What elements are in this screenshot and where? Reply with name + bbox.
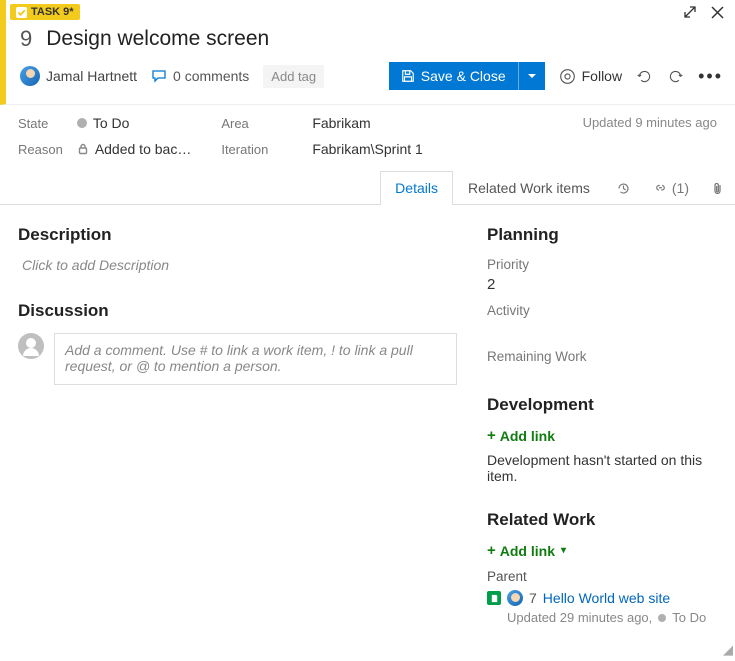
iteration-label: Iteration [221,142,268,157]
remaining-work-label: Remaining Work [487,349,717,364]
close-icon[interactable] [710,5,725,20]
chevron-down-icon [527,71,537,81]
development-add-link[interactable]: + Add link [487,427,555,444]
follow-button[interactable]: Follow [559,68,622,85]
state-field[interactable]: To Do [77,115,192,131]
tab-related-work-items[interactable]: Related Work items [453,171,605,205]
discussion-input[interactable]: Add a comment. Use # to link a work item… [54,333,457,385]
remaining-work-field[interactable] [487,368,717,385]
save-close-split-button: Save & Close [389,62,545,90]
save-icon [401,69,415,83]
tab-history[interactable] [605,172,642,205]
chevron-down-icon: ▾ [561,545,566,556]
assignee-field[interactable]: Jamal Hartnett [20,66,137,86]
state-dot-icon [658,614,666,622]
add-tag-button[interactable]: Add tag [263,65,324,88]
assignee-name: Jamal Hartnett [46,68,137,84]
comments-label: 0 comments [173,68,249,84]
development-header: Development [487,395,717,415]
link-icon [653,181,668,196]
lock-icon [77,143,89,155]
work-item-type-chip: TASK 9* [10,4,80,20]
plus-icon: + [487,542,496,559]
user-avatar-icon [18,333,44,359]
save-close-dropdown[interactable] [518,62,545,90]
discussion-icon [151,68,167,84]
parent-label: Parent [487,569,717,584]
reason-label: Reason [18,142,63,157]
parent-state: To Do [672,610,706,625]
parent-id: 7 [529,590,537,606]
description-header: Description [18,225,457,245]
activity-field[interactable] [487,322,717,339]
priority-label: Priority [487,257,717,272]
related-add-link[interactable]: + Add link ▾ [487,542,566,559]
pbi-icon [487,591,501,605]
follow-icon [559,68,576,85]
tab-details[interactable]: Details [380,171,453,205]
activity-label: Activity [487,303,717,318]
description-input[interactable]: Click to add Description [22,257,457,273]
history-icon [616,181,631,196]
updated-label: Updated 9 minutes ago [583,115,717,130]
priority-field[interactable]: 2 [487,276,717,293]
checkbox-icon [16,7,27,18]
plus-icon: + [487,427,496,444]
attachment-icon [711,181,724,196]
parent-title-link[interactable]: Hello World web site [543,590,670,606]
save-close-button[interactable]: Save & Close [389,62,518,90]
comments-button[interactable]: 0 comments [151,68,249,84]
tab-attachments[interactable] [700,172,735,205]
refresh-icon[interactable] [636,68,653,85]
area-label: Area [221,116,268,131]
reason-field[interactable]: Added to bac… [77,141,192,157]
revert-icon[interactable] [667,68,684,85]
discussion-header: Discussion [18,301,457,321]
parent-link-row[interactable]: 7 Hello World web site [487,590,717,606]
avatar-icon [507,590,523,606]
state-label: State [18,116,63,131]
expand-icon[interactable] [682,4,698,20]
area-field[interactable]: Fabrikam [312,115,422,131]
avatar-icon [20,66,40,86]
follow-label: Follow [582,68,622,84]
iteration-field[interactable]: Fabrikam\Sprint 1 [312,141,422,157]
development-status-text: Development hasn't started on this item. [487,452,717,484]
chip-label: TASK 9* [31,6,74,18]
parent-updated-label: Updated 29 minutes ago, [507,610,652,625]
links-count: (1) [672,180,689,196]
work-item-title[interactable]: Design welcome screen [46,27,269,51]
resize-grip-icon[interactable]: ◢ [719,645,733,659]
tab-links[interactable]: (1) [642,171,700,205]
state-dot-icon [77,118,87,128]
save-close-label: Save & Close [421,68,506,84]
planning-header: Planning [487,225,717,245]
related-work-header: Related Work [487,510,717,530]
more-actions-button[interactable]: ••• [698,66,723,87]
work-item-id: 9 [20,26,32,52]
